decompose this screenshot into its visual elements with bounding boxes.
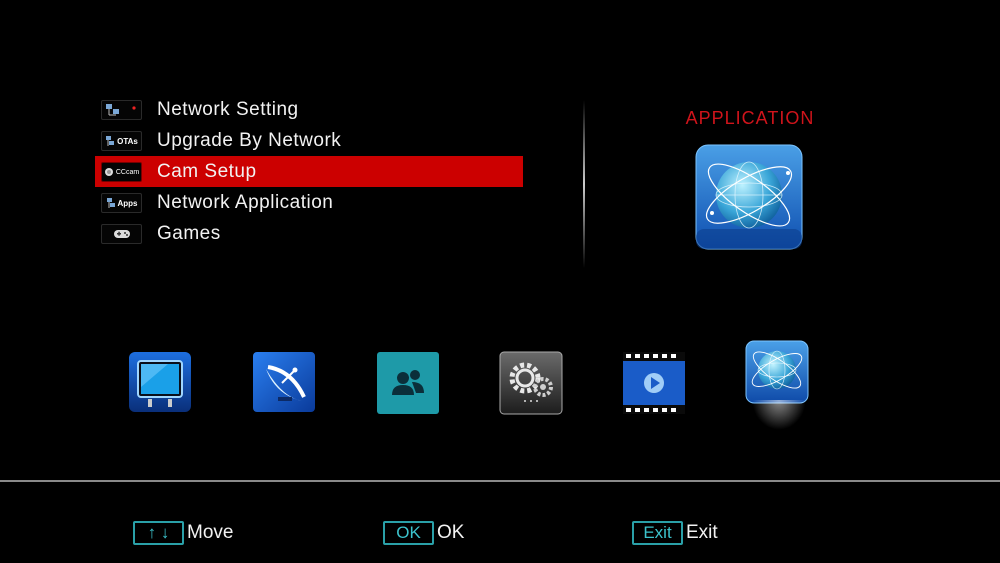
menu-item-label: Network Setting xyxy=(157,98,299,120)
apps-icon-text: Apps xyxy=(117,198,138,208)
menu-item-label: Network Application xyxy=(157,191,334,213)
globe-icon xyxy=(694,143,804,253)
menu-item-label: Cam Setup xyxy=(157,160,257,182)
satellite-dish-icon xyxy=(253,352,315,412)
selection-glow xyxy=(752,400,806,430)
menu-item-label: Upgrade By Network xyxy=(157,129,342,151)
hint-ok-label: OK xyxy=(437,522,465,543)
menu-item-games[interactable]: Games xyxy=(95,218,525,249)
cccam-icon: CCcam xyxy=(101,162,142,182)
hint-move-label: Move xyxy=(187,522,234,543)
menu-item-cam-setup[interactable]: CCcam Cam Setup xyxy=(95,156,523,187)
network-icon xyxy=(101,100,142,120)
hint-exit: Exit Exit xyxy=(632,521,718,545)
category-users[interactable] xyxy=(376,351,440,415)
users-icon xyxy=(377,352,439,414)
hint-ok: OK OK xyxy=(383,521,464,545)
category-settings[interactable] xyxy=(499,351,563,415)
category-media[interactable] xyxy=(622,351,686,415)
cccam-icon-text: CCcam xyxy=(115,168,140,176)
menu-item-network-application[interactable]: Apps Network Application xyxy=(95,187,525,218)
menu-item-upgrade-by-network[interactable]: OTAs Upgrade By Network xyxy=(95,125,525,156)
globe-icon xyxy=(745,340,809,404)
settings-gears-icon xyxy=(499,351,563,415)
category-tv[interactable] xyxy=(128,351,192,415)
arrow-keys-icon: ↑ ↓ xyxy=(133,521,184,545)
exit-key: Exit xyxy=(632,521,683,545)
hint-move: ↑ ↓ Move xyxy=(133,521,233,545)
gamepad-icon xyxy=(101,224,142,244)
tv-icon xyxy=(129,352,191,412)
media-play-icon xyxy=(623,352,685,414)
panel-title: APPLICATION xyxy=(685,108,815,128)
hint-exit-label: Exit xyxy=(686,522,718,543)
ok-key: OK xyxy=(383,521,434,545)
apps-icon: Apps xyxy=(101,193,142,213)
vertical-divider xyxy=(583,100,585,268)
ota-icon: OTAs xyxy=(101,131,142,151)
menu-item-network-setting[interactable]: Network Setting xyxy=(95,94,525,125)
category-application[interactable] xyxy=(745,340,809,404)
category-satellite[interactable] xyxy=(252,351,316,415)
footer-divider xyxy=(0,480,1000,482)
application-menu: Network Setting OTAs Upgrade By Network … xyxy=(95,94,525,249)
menu-item-label: Games xyxy=(157,222,221,244)
ota-icon-text: OTAs xyxy=(117,136,138,146)
